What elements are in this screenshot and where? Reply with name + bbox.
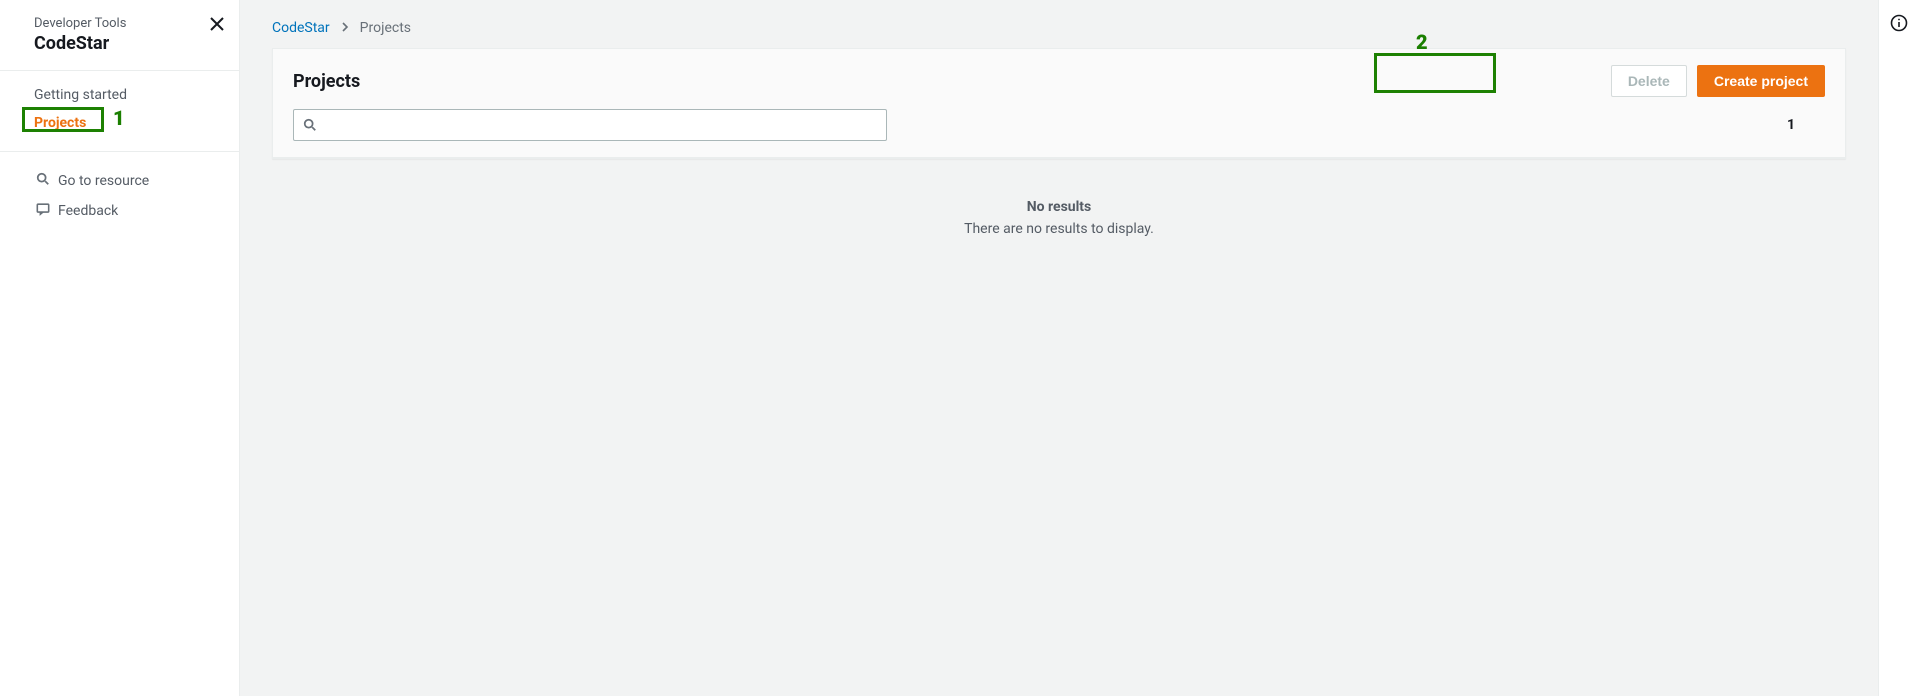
close-icon bbox=[209, 16, 225, 36]
nav-projects[interactable]: Projects bbox=[0, 109, 239, 137]
info-panel-toggle[interactable] bbox=[1890, 14, 1908, 36]
page-number: 1 bbox=[1787, 117, 1795, 133]
panel-header: Projects Delete Create project bbox=[273, 49, 1845, 158]
search-input[interactable] bbox=[293, 109, 887, 141]
pagination: 1 bbox=[1757, 117, 1825, 133]
chevron-right-icon bbox=[340, 20, 350, 36]
breadcrumb: CodeStar Projects bbox=[240, 0, 1878, 48]
projects-panel: Projects Delete Create project bbox=[272, 48, 1846, 159]
info-icon bbox=[1890, 20, 1908, 36]
breadcrumb-current: Projects bbox=[360, 20, 411, 36]
service-title: CodeStar bbox=[34, 33, 219, 54]
service-group-label: Developer Tools bbox=[34, 16, 219, 31]
empty-state: No results There are no results to displ… bbox=[240, 159, 1878, 285]
main-content: CodeStar Projects Projects Delete Create… bbox=[240, 0, 1879, 696]
search-icon bbox=[36, 172, 50, 190]
right-rail bbox=[1879, 0, 1919, 696]
nav-getting-started[interactable]: Getting started bbox=[0, 81, 239, 109]
delete-button[interactable]: Delete bbox=[1611, 65, 1687, 97]
empty-title: No results bbox=[260, 199, 1858, 215]
sidebar-footer: Go to resource Feedback bbox=[0, 152, 239, 240]
create-project-button[interactable]: Create project bbox=[1697, 65, 1825, 97]
panel-actions: Delete Create project bbox=[1611, 65, 1825, 97]
go-to-resource-label: Go to resource bbox=[58, 173, 149, 189]
go-to-resource-link[interactable]: Go to resource bbox=[0, 166, 239, 196]
feedback-label: Feedback bbox=[58, 203, 118, 219]
empty-subtitle: There are no results to display. bbox=[260, 221, 1858, 237]
sidebar-nav: Getting started Projects bbox=[0, 71, 239, 152]
sidebar: Developer Tools CodeStar Getting started… bbox=[0, 0, 240, 696]
panel-title: Projects bbox=[293, 71, 360, 92]
search-field bbox=[293, 109, 887, 141]
close-sidebar-button[interactable] bbox=[207, 16, 227, 36]
feedback-icon bbox=[36, 202, 50, 220]
page-prev-button[interactable] bbox=[1757, 117, 1773, 133]
breadcrumb-root[interactable]: CodeStar bbox=[272, 20, 330, 36]
feedback-link[interactable]: Feedback bbox=[0, 196, 239, 226]
sidebar-header: Developer Tools CodeStar bbox=[0, 0, 239, 71]
page-next-button[interactable] bbox=[1809, 117, 1825, 133]
